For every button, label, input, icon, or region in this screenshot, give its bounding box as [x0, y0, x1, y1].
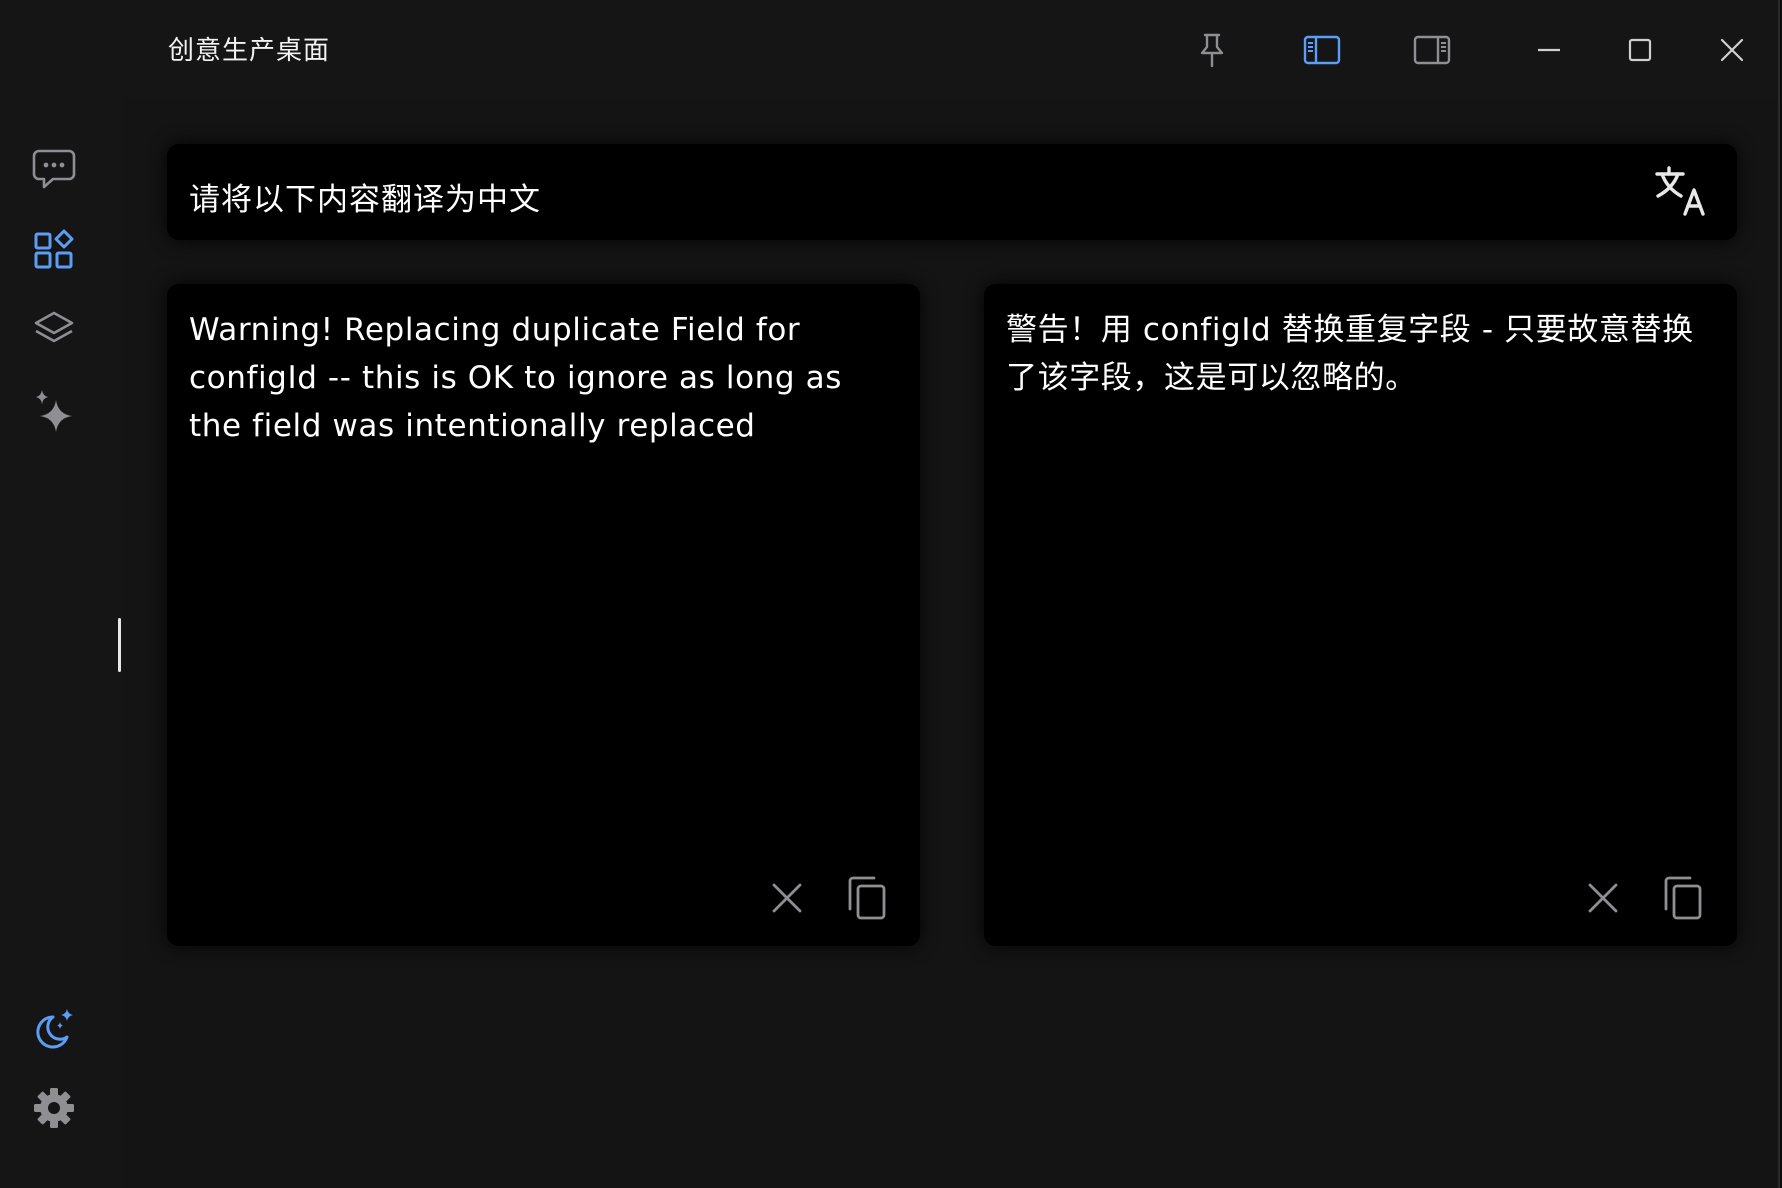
sparkle-icon — [36, 390, 72, 432]
apps-icon — [34, 229, 74, 269]
layers-icon — [34, 311, 74, 343]
prompt-text: 请将以下内容翻译为中文 — [189, 182, 541, 218]
translate-icon — [1655, 166, 1705, 216]
app-window: 创意生产桌面 请将以下内容翻译为中文 Warning! Replacing du… — [0, 0, 1780, 1188]
sidebar-right-icon — [1413, 35, 1451, 65]
clear-icon — [1588, 883, 1618, 913]
translated-text[interactable]: 警告！用 configId 替换重复字段 - 只要故意替换了该字段，这是可以忽略… — [1006, 306, 1709, 402]
sidebar-item-chat[interactable] — [24, 140, 84, 200]
minimize-icon — [1538, 48, 1560, 52]
toggle-right-panel-button[interactable] — [1404, 22, 1460, 78]
night-mode-icon — [36, 1009, 73, 1049]
settings-button[interactable] — [24, 1078, 84, 1138]
close-window-button[interactable] — [1704, 22, 1760, 78]
sidebar-item-apps[interactable] — [24, 220, 84, 280]
copy-icon — [848, 876, 886, 920]
minimize-button[interactable] — [1521, 22, 1577, 78]
pin-button[interactable] — [1184, 22, 1240, 78]
maximize-button[interactable] — [1612, 22, 1668, 78]
chat-icon — [32, 149, 76, 189]
sidebar-item-layers[interactable] — [24, 300, 84, 360]
clear-icon — [772, 883, 802, 913]
prompt-bar[interactable]: 请将以下内容翻译为中文 — [167, 144, 1737, 240]
sidebar-item-ai[interactable] — [24, 382, 84, 442]
maximize-icon — [1628, 38, 1652, 62]
theme-toggle-button[interactable] — [24, 1000, 84, 1060]
translated-text-panel[interactable]: 警告！用 configId 替换重复字段 - 只要故意替换了该字段，这是可以忽略… — [984, 284, 1737, 946]
sidebar — [0, 100, 124, 1188]
gear-icon — [34, 1088, 74, 1128]
source-text-panel[interactable]: Warning! Replacing duplicate Field for c… — [167, 284, 920, 946]
source-text[interactable]: Warning! Replacing duplicate Field for c… — [189, 306, 892, 450]
copy-source-button[interactable] — [842, 870, 892, 926]
copy-icon — [1664, 876, 1702, 920]
title-bar: 创意生产桌面 — [0, 0, 1778, 100]
sidebar-resize-handle[interactable] — [118, 618, 121, 672]
window-title: 创意生产桌面 — [168, 36, 331, 66]
pin-icon — [1200, 33, 1224, 68]
translate-button[interactable] — [1653, 164, 1709, 220]
clear-translation-button[interactable] — [1578, 870, 1628, 926]
close-icon — [1720, 38, 1744, 62]
toggle-left-panel-button[interactable] — [1294, 22, 1350, 78]
sidebar-left-icon — [1303, 35, 1341, 65]
clear-source-button[interactable] — [762, 870, 812, 926]
copy-translation-button[interactable] — [1658, 870, 1708, 926]
